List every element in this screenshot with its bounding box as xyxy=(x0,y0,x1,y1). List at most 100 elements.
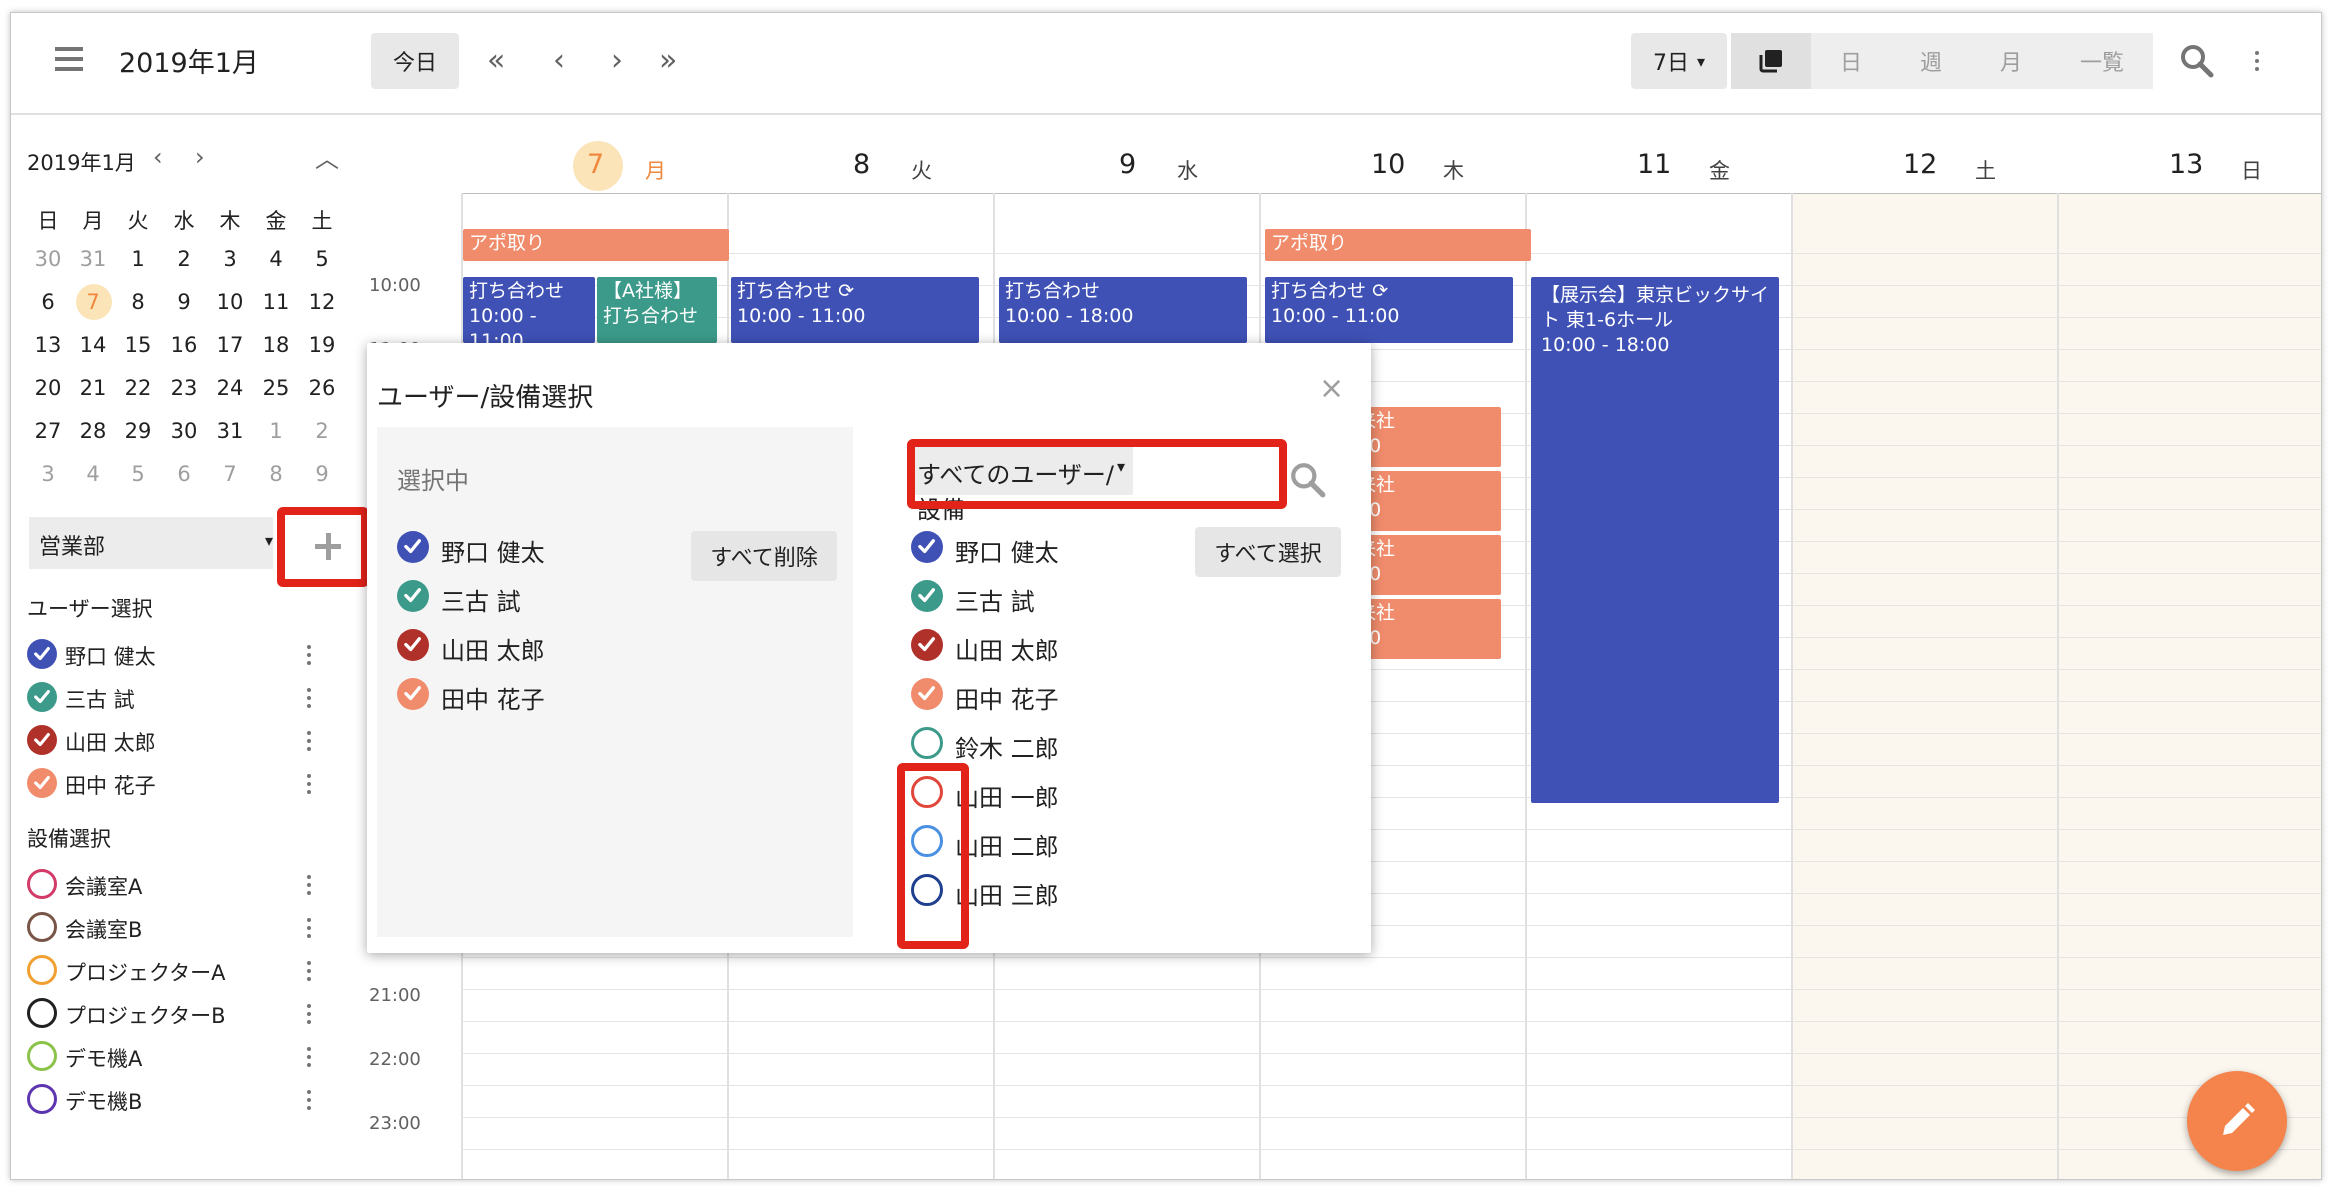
mini-calendar-day[interactable]: 10 xyxy=(215,290,245,314)
mini-calendar-day[interactable]: 9 xyxy=(169,290,199,314)
event-expo[interactable]: 【展示会】東京ビックサイト 東1-6ホール 10:00 - 18:00 xyxy=(1531,277,1779,803)
day-number[interactable]: 8 xyxy=(853,149,870,180)
prev-month-icon[interactable]: « xyxy=(487,43,505,78)
list-view-tab[interactable]: 一覧 xyxy=(2051,33,2153,89)
new-event-button[interactable] xyxy=(2187,1071,2287,1171)
event-mtg-tue[interactable]: 打ち合わせ ⟳ 10:00 - 11:00 xyxy=(731,277,979,343)
week-view-tab[interactable]: 週 xyxy=(1891,33,1971,89)
circle-outline-icon[interactable] xyxy=(27,869,57,899)
check-circle-icon[interactable] xyxy=(911,531,943,563)
more-vert-icon[interactable] xyxy=(307,739,311,743)
check-circle-icon[interactable] xyxy=(911,678,943,710)
mini-calendar-day[interactable]: 28 xyxy=(78,419,108,443)
today-button[interactable]: 今日 xyxy=(371,33,459,89)
month-view-tab[interactable]: 月 xyxy=(1971,33,2051,89)
mini-calendar-day[interactable]: 8 xyxy=(261,462,291,486)
more-vert-icon[interactable] xyxy=(307,883,311,887)
mini-calendar-day[interactable]: 18 xyxy=(261,333,291,357)
event-mtg-thu[interactable]: 打ち合わせ ⟳ 10:00 - 11:00 xyxy=(1265,277,1513,343)
event-visit[interactable]: 来社00 xyxy=(1351,599,1501,659)
mini-calendar-day[interactable]: 7 xyxy=(215,462,245,486)
mini-calendar-day[interactable]: 4 xyxy=(261,247,291,271)
circle-outline-icon[interactable] xyxy=(27,955,57,985)
more-vert-icon[interactable] xyxy=(307,969,311,973)
mini-calendar-day[interactable]: 31 xyxy=(78,247,108,271)
event-mtg-mon[interactable]: 打ち合わせ 10:00 - 11:00 xyxy=(463,277,595,343)
event-mtg-wed[interactable]: 打ち合わせ 10:00 - 18:00 xyxy=(999,277,1247,343)
check-circle-icon[interactable] xyxy=(27,725,57,755)
menu-icon[interactable] xyxy=(55,47,83,51)
day-view-tab[interactable]: 日 xyxy=(1811,33,1891,89)
select-all-button[interactable]: すべて選択 xyxy=(1195,527,1341,577)
mini-calendar-day[interactable]: 4 xyxy=(78,462,108,486)
mini-calendar-day[interactable]: 8 xyxy=(123,290,153,314)
event-apo-mon[interactable]: アポ取り xyxy=(463,229,729,261)
delete-all-button[interactable]: すべて削除 xyxy=(691,531,837,581)
day-number[interactable]: 10 xyxy=(1371,149,1405,180)
mini-calendar-day[interactable]: 29 xyxy=(123,419,153,443)
mini-calendar-day[interactable]: 13 xyxy=(33,333,63,357)
check-circle-icon[interactable] xyxy=(27,639,57,669)
more-vert-icon[interactable] xyxy=(307,782,311,786)
event-visit[interactable]: 来社00 xyxy=(1351,471,1501,531)
more-vert-icon[interactable] xyxy=(2255,59,2259,63)
circle-outline-icon[interactable] xyxy=(27,1084,57,1114)
mini-calendar-day[interactable]: 2 xyxy=(307,419,337,443)
more-vert-icon[interactable] xyxy=(307,1012,311,1016)
search-icon[interactable] xyxy=(2179,43,2215,79)
mini-calendar-day[interactable]: 27 xyxy=(33,419,63,443)
circle-outline-icon[interactable] xyxy=(27,998,57,1028)
day-number[interactable]: 7 xyxy=(587,149,604,180)
mini-calendar-day[interactable]: 9 xyxy=(307,462,337,486)
day-number[interactable]: 12 xyxy=(1903,149,1937,180)
mini-calendar-day[interactable]: 20 xyxy=(33,376,63,400)
check-circle-icon[interactable] xyxy=(27,768,57,798)
check-circle-icon[interactable] xyxy=(397,531,429,563)
more-vert-icon[interactable] xyxy=(307,1055,311,1059)
check-circle-icon[interactable] xyxy=(397,580,429,612)
event-visit[interactable]: 来社00 xyxy=(1351,407,1501,467)
event-visit[interactable]: 来社00 xyxy=(1351,535,1501,595)
mini-calendar-day[interactable]: 12 xyxy=(307,290,337,314)
event-apo-thu[interactable]: アポ取り xyxy=(1265,229,1531,261)
mini-calendar-day[interactable]: 3 xyxy=(33,462,63,486)
group-select[interactable]: 営業部 ▾ xyxy=(29,517,273,569)
mini-calendar-day[interactable]: 30 xyxy=(169,419,199,443)
mini-calendar-day[interactable]: 31 xyxy=(215,419,245,443)
mini-calendar-day[interactable]: 1 xyxy=(261,419,291,443)
day-number[interactable]: 9 xyxy=(1119,149,1136,180)
mini-calendar-day[interactable]: 21 xyxy=(78,376,108,400)
day-number[interactable]: 11 xyxy=(1637,149,1671,180)
next-month-icon[interactable]: » xyxy=(659,43,677,78)
mini-calendar-day[interactable]: 17 xyxy=(215,333,245,357)
prev-icon[interactable]: ‹ xyxy=(553,43,565,78)
close-icon[interactable]: × xyxy=(1319,371,1344,406)
mini-calendar-day[interactable]: 16 xyxy=(169,333,199,357)
more-vert-icon[interactable] xyxy=(307,696,311,700)
mini-prev-icon[interactable]: ‹ xyxy=(153,143,163,171)
next-icon[interactable]: › xyxy=(611,43,623,78)
mini-calendar-day[interactable]: 2 xyxy=(169,247,199,271)
mini-calendar-day[interactable]: 5 xyxy=(307,247,337,271)
event-a-company[interactable]: 【A社様】 打ち合わせ xyxy=(597,277,717,343)
check-circle-icon[interactable] xyxy=(397,629,429,661)
mini-calendar-day[interactable]: 14 xyxy=(78,333,108,357)
mini-calendar-day[interactable]: 30 xyxy=(33,247,63,271)
collapse-icon[interactable]: ︿ xyxy=(315,139,339,174)
check-circle-icon[interactable] xyxy=(911,580,943,612)
mini-calendar-day[interactable]: 22 xyxy=(123,376,153,400)
mini-calendar-day[interactable]: 24 xyxy=(215,376,245,400)
more-vert-icon[interactable] xyxy=(307,926,311,930)
check-circle-icon[interactable] xyxy=(397,678,429,710)
check-circle-icon[interactable] xyxy=(27,682,57,712)
mini-calendar-day[interactable]: 3 xyxy=(215,247,245,271)
mini-calendar-day[interactable]: 1 xyxy=(123,247,153,271)
search-icon[interactable] xyxy=(1289,461,1327,499)
circle-outline-icon[interactable] xyxy=(27,912,57,942)
mini-calendar-day[interactable]: 26 xyxy=(307,376,337,400)
mini-calendar-day[interactable]: 7 xyxy=(78,290,108,314)
mini-calendar-day[interactable]: 5 xyxy=(123,462,153,486)
multi-calendar-view-button[interactable] xyxy=(1731,33,1811,89)
more-vert-icon[interactable] xyxy=(307,653,311,657)
mini-calendar-day[interactable]: 19 xyxy=(307,333,337,357)
